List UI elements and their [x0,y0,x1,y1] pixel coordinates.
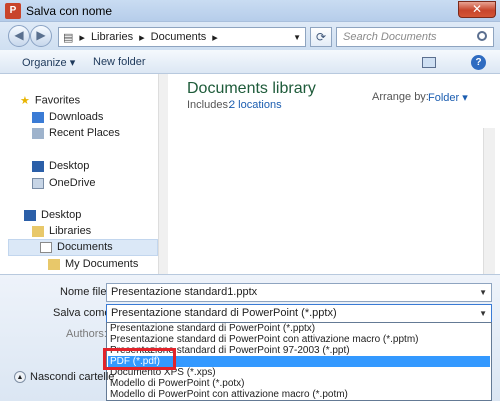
locations-link[interactable]: 2 locations [229,99,282,111]
star-icon: ★ [20,95,30,107]
chevron-down-icon[interactable]: ▼ [479,284,487,301]
window-title: Salva con nome [26,4,113,18]
view-options-icon[interactable] [422,57,436,68]
organize-button[interactable]: Organize ▾ [22,56,75,69]
file-list-scrollbar[interactable] [483,128,495,274]
new-folder-button[interactable]: New folder [93,56,146,68]
hide-folders-button[interactable]: ▲ Nascondi cartelle [14,371,114,384]
help-icon[interactable]: ? [471,55,486,70]
back-button[interactable]: ◀ [8,25,30,47]
nav-my-documents[interactable]: My Documents [48,258,138,270]
desktop-icon [32,160,44,172]
nav-downloads[interactable]: Downloads [32,111,103,123]
recent-places-icon [32,127,44,139]
desktop-icon [24,209,36,221]
powerpoint-icon: P [5,3,21,19]
dropdown-option[interactable]: Presentazione standard di PowerPoint (*.… [108,323,490,334]
nav-desktop-root[interactable]: Desktop [24,209,81,221]
breadcrumb-separator: ▸ [212,31,218,44]
folder-icon [48,258,60,270]
nav-desktop[interactable]: Desktop [32,160,89,172]
chevron-down-icon[interactable]: ▼ [479,305,487,322]
dropdown-option[interactable]: Modello di PowerPoint (*.potx) [108,378,490,389]
breadcrumb-separator: ▸ [139,31,145,44]
saveas-label: Salva come: [53,307,114,319]
search-input[interactable]: Search Documents [336,27,494,47]
folder-icon: ▤ [63,31,74,44]
dropdown-option[interactable]: Presentazione standard di PowerPoint con… [108,334,490,345]
breadcrumb-libraries[interactable]: Libraries [91,31,133,43]
nav-recent-places[interactable]: Recent Places [32,127,120,139]
saveas-type-select[interactable]: Presentazione standard di PowerPoint (*.… [106,304,492,323]
includes-label: Includes: [187,99,232,111]
breadcrumb-documents[interactable]: Documents [151,31,207,43]
libraries-icon [32,225,44,237]
documents-icon [40,241,52,253]
address-dropdown-icon[interactable]: ▼ [293,33,301,42]
pdf-option-annotation [103,348,176,370]
address-bar[interactable]: ▤ ▸ Libraries ▸ Documents ▸ ▼ [58,27,306,47]
nav-libraries[interactable]: Libraries [32,225,91,237]
dropdown-option[interactable]: Modello di PowerPoint con attivazione ma… [108,389,490,400]
collapse-icon: ▲ [14,371,26,384]
downloads-icon [32,111,44,123]
authors-label: Authors: [66,328,107,340]
forward-button[interactable]: ▶ [30,25,52,47]
filename-label: Nome file: [60,286,110,298]
onedrive-icon [32,177,44,189]
nav-documents[interactable]: Documents [40,241,113,253]
breadcrumb-separator: ▸ [79,31,85,44]
close-button[interactable]: ✕ [458,1,496,18]
navigation-scrollbar[interactable] [158,74,168,274]
nav-onedrive[interactable]: OneDrive [32,177,95,189]
refresh-button[interactable]: ⟳ [310,27,332,47]
arrange-by-label: Arrange by: [372,91,429,103]
filename-input[interactable]: Presentazione standard1.pptx ▼ [106,283,492,302]
library-title: Documents library [187,80,316,97]
arrange-by-dropdown[interactable]: Folder ▾ [428,91,468,104]
search-icon [477,31,487,41]
nav-favorites[interactable]: ★ Favorites [20,94,80,107]
